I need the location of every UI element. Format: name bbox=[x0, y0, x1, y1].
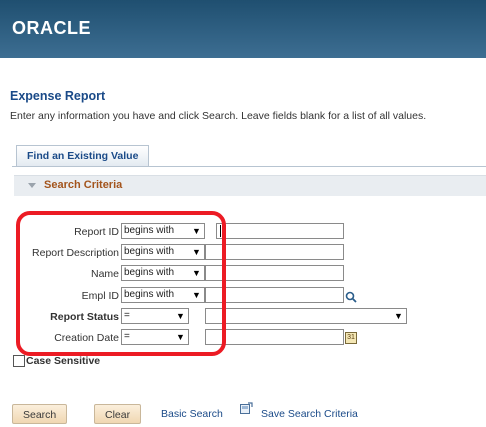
calendar-icon[interactable]: 31 bbox=[345, 332, 357, 344]
save-search-icon[interactable] bbox=[240, 402, 253, 414]
lookup-magnifier-icon[interactable] bbox=[345, 291, 357, 303]
clear-button[interactable]: Clear bbox=[94, 404, 142, 424]
tab-divider bbox=[12, 166, 486, 167]
collapse-triangle-icon[interactable] bbox=[28, 183, 36, 188]
oracle-logo: ORACLE bbox=[12, 18, 91, 38]
report-id-input[interactable] bbox=[216, 223, 344, 239]
instructions-text: Enter any information you have and click… bbox=[10, 110, 427, 122]
report-status-value-select[interactable]: ▼ bbox=[205, 308, 407, 324]
page-title: Expense Report bbox=[10, 89, 106, 103]
section-title: Search Criteria bbox=[44, 179, 123, 191]
search-criteria-section-header[interactable]: Search Criteria bbox=[14, 175, 486, 196]
chevron-down-icon: ▼ bbox=[394, 311, 403, 321]
case-sensitive-checkbox[interactable] bbox=[13, 355, 25, 367]
header-bar: ORACLE bbox=[0, 0, 486, 58]
save-search-criteria-link[interactable]: Save Search Criteria bbox=[261, 408, 358, 420]
tab-find-existing-value[interactable]: Find an Existing Value bbox=[16, 145, 150, 166]
search-button[interactable]: Search bbox=[12, 404, 68, 424]
highlight-annotation bbox=[16, 211, 226, 356]
basic-search-link[interactable]: Basic Search bbox=[161, 408, 223, 420]
case-sensitive-label: Case Sensitive bbox=[26, 355, 101, 367]
